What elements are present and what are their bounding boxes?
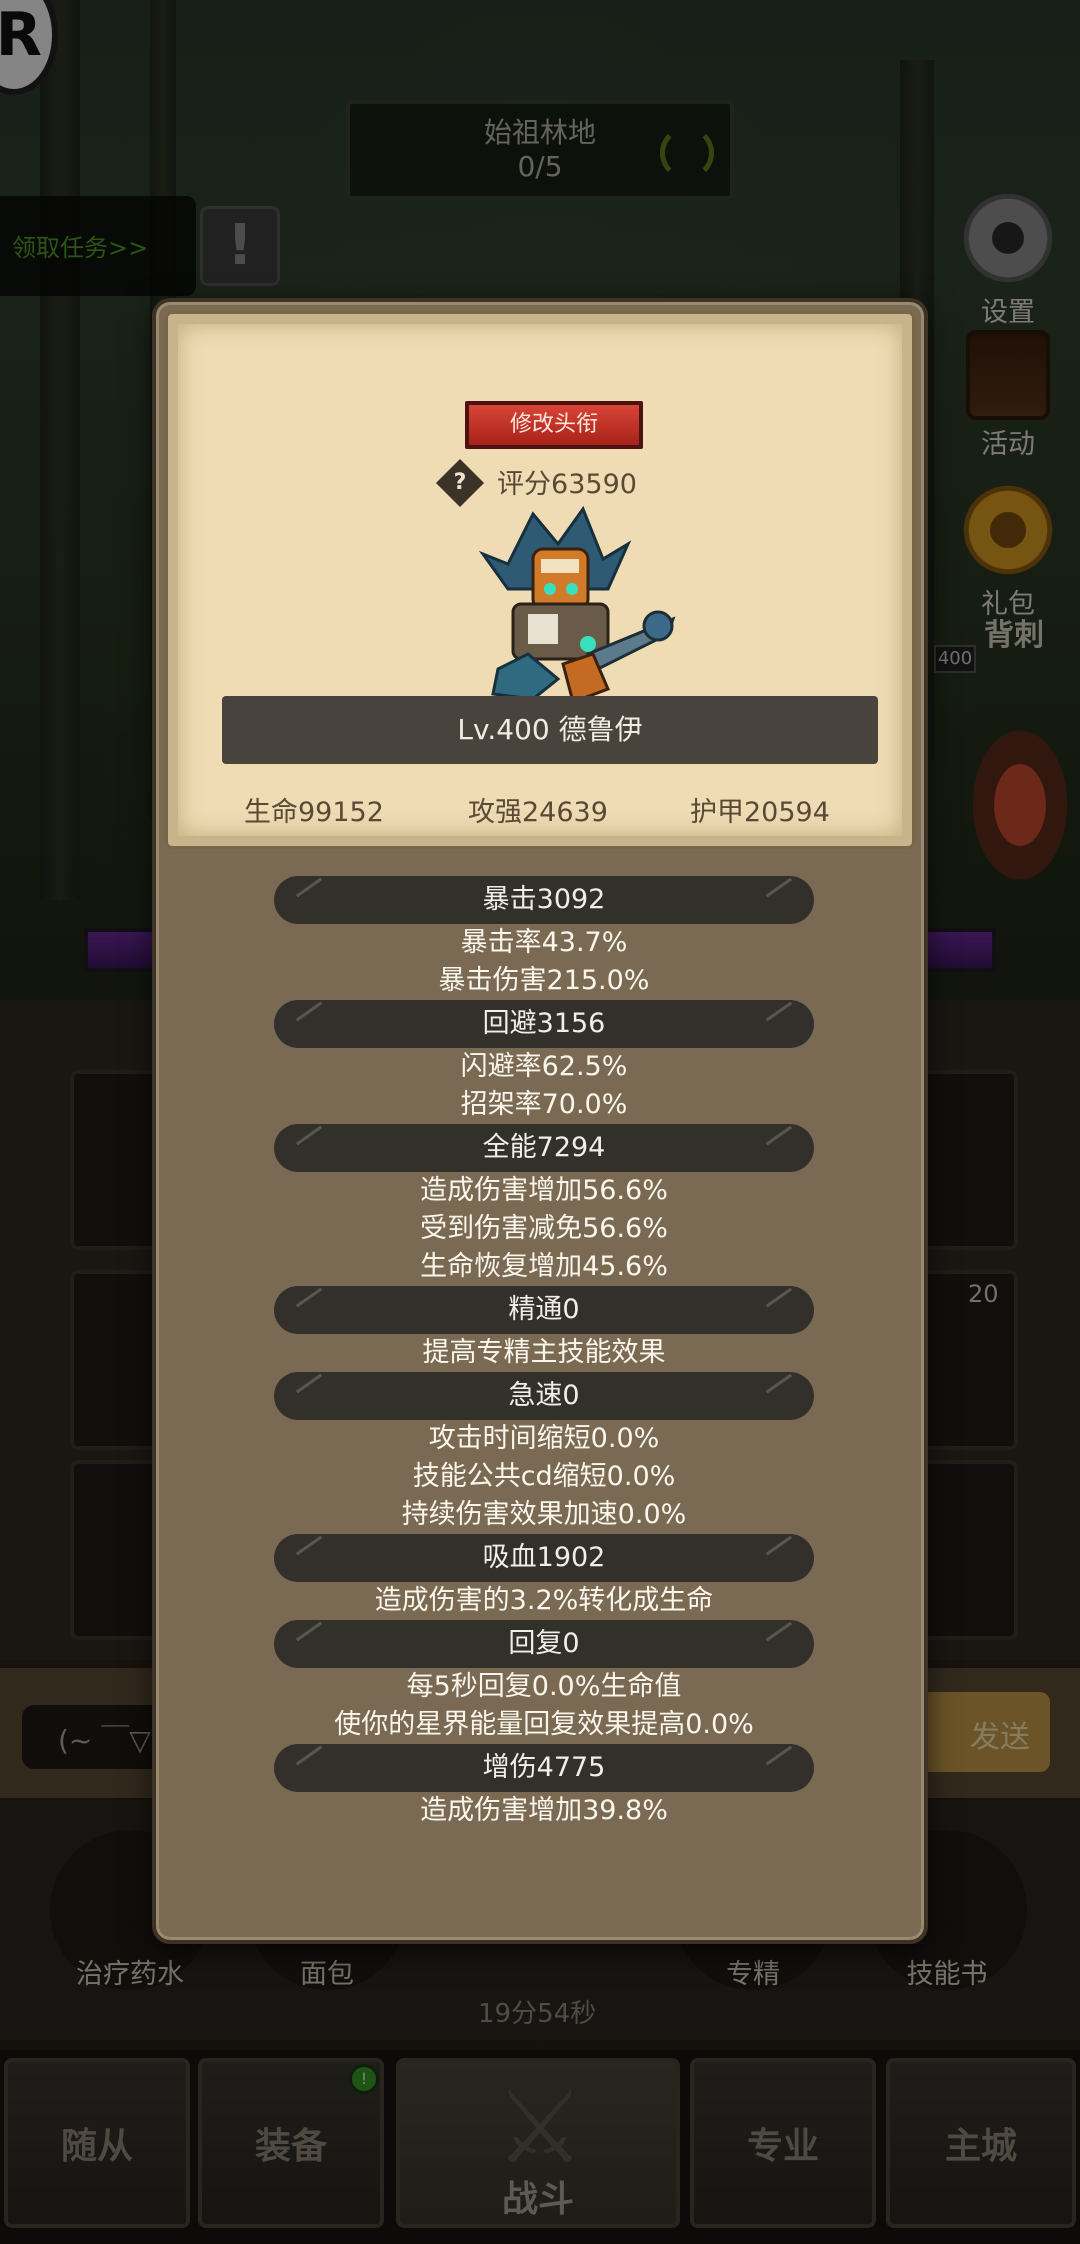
stat-section: 回避3156 闪避率62.5% 招架率70.0% [156, 1000, 932, 1124]
stat-health: 生命99152 [244, 797, 384, 828]
stat-detail: 攻击时间缩短0.0% [428, 1423, 660, 1454]
score-value: 评分63590 [497, 469, 637, 500]
druid-avatar [478, 505, 676, 704]
stat-section: 急速0 攻击时间缩短0.0% 技能公共cd缩短0.0% 持续伤害效果加速0.0% [156, 1372, 932, 1534]
stat-section: 增伤4775 造成伤害增加39.8% [156, 1744, 932, 1830]
stat-detail: 造成伤害增加39.8% [420, 1795, 668, 1826]
stat-section-header: 回复0 [274, 1620, 814, 1668]
stat-detail: 暴击率43.7% [460, 927, 628, 958]
stat-section: 精通0 提高专精主技能效果 [156, 1286, 932, 1372]
stat-section-header: 吸血1902 [274, 1534, 814, 1582]
stat-detail: 受到伤害减免56.6% [420, 1213, 668, 1244]
stat-section: 暴击3092 暴击率43.7% 暴击伤害215.0% [156, 876, 932, 1000]
stat-detail: 持续伤害效果加速0.0% [401, 1499, 687, 1530]
stat-section-header: 全能7294 [274, 1124, 814, 1172]
stat-detail: 暴击伤害215.0% [438, 965, 650, 996]
stat-section: 全能7294 造成伤害增加56.6% 受到伤害减免56.6% 生命恢复增加45.6% [156, 1124, 932, 1286]
stat-detail: 技能公共cd缩短0.0% [412, 1461, 676, 1492]
stat-detail: 提高专精主技能效果 [422, 1337, 666, 1368]
stat-detail: 每5秒回复0.0%生命值 [406, 1671, 682, 1702]
stat-section-header: 急速0 [274, 1372, 814, 1420]
stat-detail: 生命恢复增加45.6% [420, 1251, 668, 1282]
score-row: ? 评分63590 [178, 458, 902, 507]
edit-title-button[interactable]: 修改头衔 [465, 401, 643, 449]
stat-section: 回复0 每5秒回复0.0%生命值使你的星界能量回复效果提高0.0% [156, 1620, 932, 1744]
character-stats-modal: 修改头衔 ? 评分63590 Lv.400 德鲁伊 生命99152 攻强24639… [152, 298, 928, 1944]
stat-section-header: 回避3156 [274, 1000, 814, 1048]
stat-detail: 造成伤害增加56.6% [420, 1175, 668, 1206]
stat-list: 暴击3092 暴击率43.7% 暴击伤害215.0% 回避3156 闪避率62.5% 招架… [156, 876, 932, 1830]
stat-section: 吸血1902 造成伤害的3.2%转化成生命 [156, 1534, 932, 1620]
stat-detail: 闪避率62.5% [460, 1051, 628, 1082]
stat-section-header: 增伤4775 [274, 1744, 814, 1792]
stat-section-header: 暴击3092 [274, 876, 814, 924]
stat-attack-power: 攻强24639 [468, 797, 608, 828]
help-icon[interactable]: ? [436, 458, 485, 507]
stat-detail: 招架率70.0% [460, 1089, 628, 1120]
stat-detail: 造成伤害的3.2%转化成生命 [374, 1585, 714, 1616]
hero-name: Lv.400 德鲁伊 [222, 696, 878, 764]
character-card: 修改头衔 ? 评分63590 Lv.400 德鲁伊 生命99152 攻强24639… [168, 314, 912, 846]
stat-detail: 使你的星界能量回复效果提高0.0% [334, 1709, 754, 1740]
stat-section-header: 精通0 [274, 1286, 814, 1334]
stat-armor: 护甲20594 [690, 797, 830, 828]
